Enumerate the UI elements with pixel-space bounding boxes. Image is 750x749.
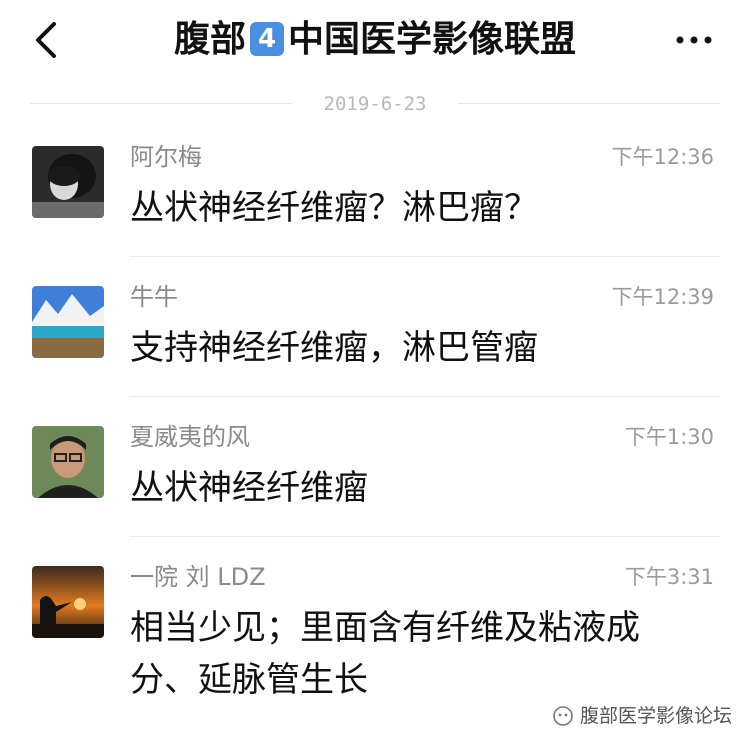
message-time: 下午3:31 [624,565,714,589]
message-text: 丛状神经纤维瘤？淋巴瘤？ [130,188,538,228]
sender-name: 夏威夷的风 [130,423,250,451]
title-part2: 中国医学影像联盟 [288,19,577,60]
message-item: 一院 刘 LDZ 下午3:31 相当少见；里面含有纤维及粘液成 分、延脉管生长 [0,560,750,710]
message-text: 丛状神经纤维瘤 [130,468,368,508]
more-options-icon[interactable] [672,26,716,54]
message-separator [130,536,720,537]
title-part1: 腹部 [173,19,246,60]
avatar[interactable] [32,426,104,498]
chat-title: 腹部 4 中国医学影像联盟 [0,14,750,66]
sender-name: 牛牛 [130,283,178,311]
sender-name: 一院 刘 LDZ [130,563,266,591]
message-time: 下午12:36 [611,145,714,169]
date-divider: 2019-6-23 [30,90,720,118]
message-text: 支持神经纤维瘤，淋巴管瘤 [130,328,538,368]
watermark: 腹部医学影像论坛 [552,703,732,734]
message-time: 下午1:30 [624,425,714,449]
sender-name: 阿尔梅 [130,143,202,171]
message-time: 下午12:39 [611,285,714,309]
watermark-text: 腹部医学影像论坛 [579,705,732,727]
chat-header: 腹部 4 中国医学影像联盟 [0,0,750,80]
divider-line-right [458,103,720,104]
message-item: 阿尔梅 下午12:36 丛状神经纤维瘤？淋巴瘤？ [0,140,750,256]
avatar[interactable] [32,566,104,638]
message-separator [130,256,720,257]
avatar[interactable] [32,286,104,358]
wechat-official-icon [552,705,574,734]
title-number-badge: 4 [250,22,284,56]
message-text-line-2: 分、延脉管生长 [130,660,368,700]
message-text-line-1: 相当少见；里面含有纤维及粘液成 [130,608,640,648]
message-item: 夏威夷的风 下午1:30 丛状神经纤维瘤 [0,420,750,536]
message-separator [130,396,720,397]
avatar[interactable] [32,146,104,218]
date-text: 2019-6-23 [323,93,427,115]
message-item: 牛牛 下午12:39 支持神经纤维瘤，淋巴管瘤 [0,280,750,396]
